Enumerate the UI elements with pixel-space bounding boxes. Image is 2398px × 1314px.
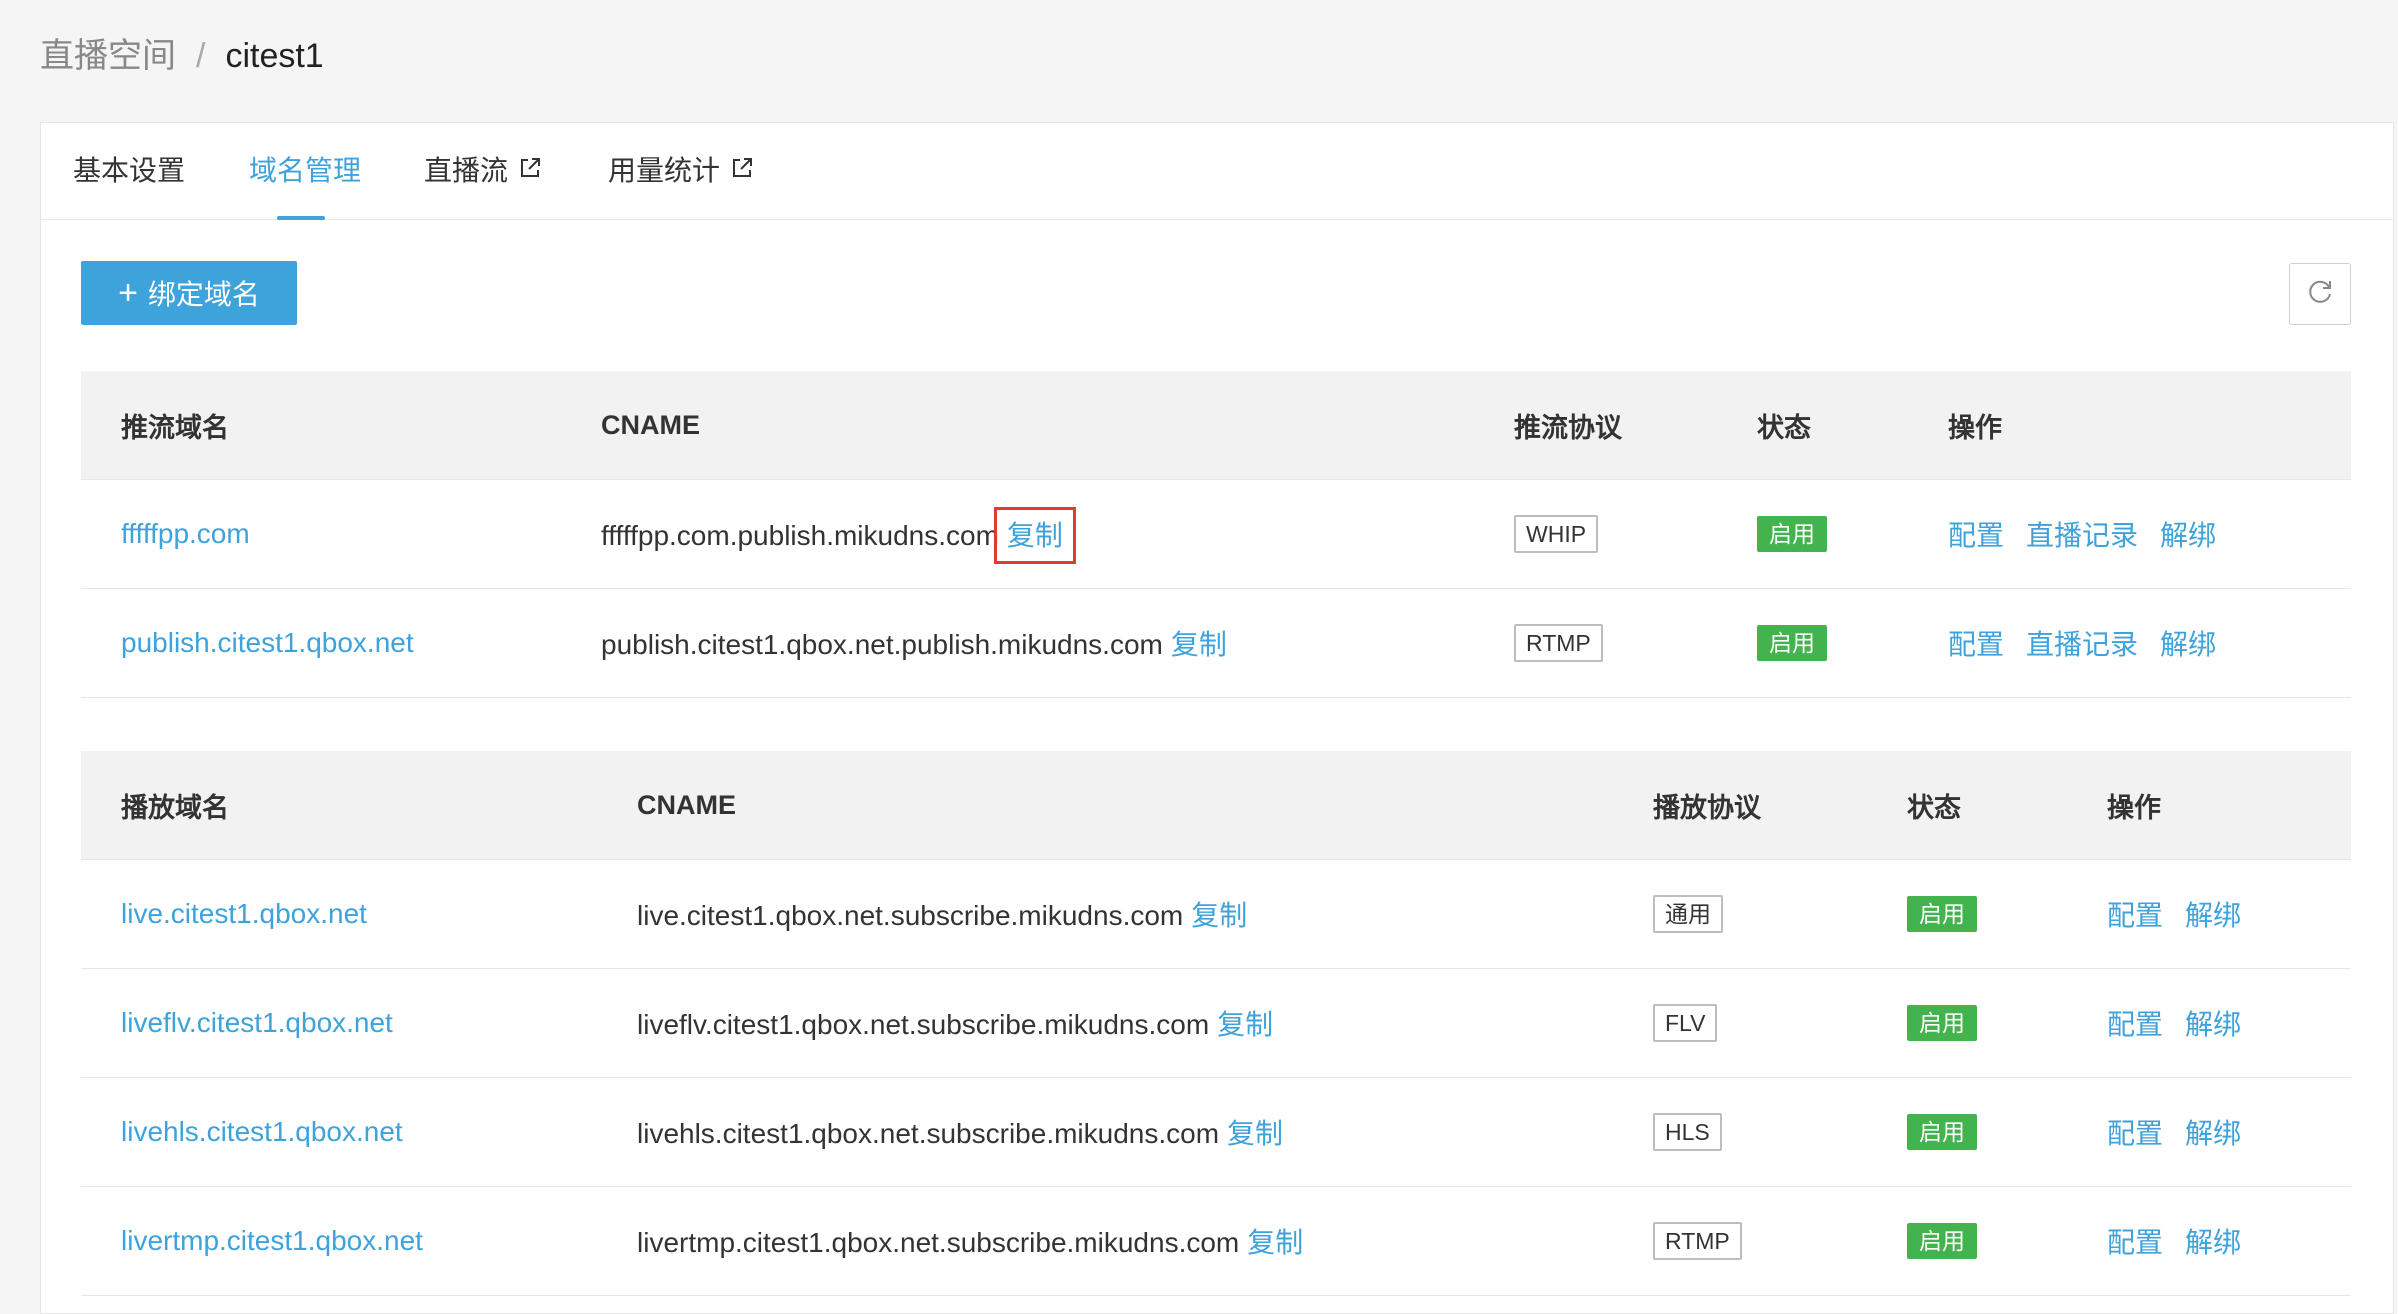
protocol-badge: HLS	[1653, 1113, 1722, 1151]
unbind-link[interactable]: 解绑	[2185, 1227, 2241, 1258]
copy-button[interactable]: 复制	[1217, 1009, 1273, 1040]
tab-live-streams[interactable]: 直播流	[424, 123, 542, 219]
unbind-link[interactable]: 解绑	[2185, 1118, 2241, 1149]
copy-button[interactable]: 复制	[1247, 1227, 1303, 1258]
tab-basic-settings[interactable]: 基本设置	[73, 123, 185, 219]
configure-link[interactable]: 配置	[2107, 1227, 2163, 1258]
breadcrumb-separator: /	[196, 37, 206, 75]
copy-button[interactable]: 复制	[1171, 629, 1227, 660]
column-header: 推流域名	[81, 371, 561, 480]
table-row: publish.citest1.qbox.net publish.citest1…	[81, 588, 2351, 698]
breadcrumb: 直播空间 / citest1	[40, 30, 324, 82]
cname-value: publish.citest1.qbox.net.publish.mikudns…	[601, 629, 1163, 660]
unbind-link[interactable]: 解绑	[2185, 900, 2241, 931]
refresh-button[interactable]	[2289, 263, 2351, 325]
tab-live-streams-label: 直播流	[424, 155, 509, 186]
cname-value: live.citest1.qbox.net.subscribe.mikudns.…	[637, 900, 1184, 931]
cname-value: livehls.citest1.qbox.net.subscribe.mikud…	[637, 1118, 1220, 1149]
external-link-icon	[730, 123, 754, 219]
column-header: 状态	[1867, 751, 2067, 860]
protocol-badge: WHIP	[1514, 515, 1599, 553]
status-badge: 启用	[1907, 896, 1977, 932]
table-row: livertmp.citest1.qbox.net livertmp.cites…	[81, 1186, 2351, 1296]
copy-button[interactable]: 复制	[1191, 900, 1247, 931]
domain-link[interactable]: live.citest1.qbox.net	[121, 898, 367, 929]
protocol-badge: RTMP	[1514, 624, 1603, 662]
unbind-link[interactable]: 解绑	[2160, 520, 2216, 551]
live-records-link[interactable]: 直播记录	[2026, 520, 2138, 551]
tab-domain-management[interactable]: 域名管理	[249, 123, 361, 219]
configure-link[interactable]: 配置	[1948, 520, 2004, 551]
column-header: CNAME	[597, 751, 1613, 860]
protocol-badge: FLV	[1653, 1004, 1718, 1042]
play-domain-table: 播放域名 CNAME 播放协议 状态 操作 live.citest1.qbox.…	[81, 751, 2351, 1296]
copy-button[interactable]: 复制	[1227, 1118, 1283, 1149]
column-header: CNAME	[561, 371, 1474, 480]
cname-value: liveflv.citest1.qbox.net.subscribe.mikud…	[637, 1009, 1210, 1040]
configure-link[interactable]: 配置	[2107, 900, 2163, 931]
bind-domain-label: 绑定域名	[147, 279, 260, 310]
column-header: 操作	[1908, 371, 2351, 480]
unbind-link[interactable]: 解绑	[2185, 1009, 2241, 1040]
tab-domain-management-label: 域名管理	[249, 155, 362, 186]
cname-value: livertmp.citest1.qbox.net.subscribe.miku…	[637, 1227, 1240, 1258]
live-records-link[interactable]: 直播记录	[2026, 629, 2138, 660]
plus-icon: +	[118, 274, 138, 312]
column-header: 播放协议	[1613, 751, 1867, 860]
table-row: live.citest1.qbox.net live.citest1.qbox.…	[81, 859, 2351, 969]
status-badge: 启用	[1757, 516, 1827, 552]
bind-domain-button[interactable]: + 绑定域名	[81, 261, 297, 325]
configure-link[interactable]: 配置	[2107, 1009, 2163, 1040]
breadcrumb-current: citest1	[225, 37, 324, 75]
tab-basic-settings-label: 基本设置	[73, 155, 186, 186]
tab-usage-stats-label: 用量统计	[608, 155, 721, 186]
copy-button[interactable]: 复制	[993, 507, 1076, 564]
column-header: 状态	[1717, 371, 1908, 480]
tab-usage-stats[interactable]: 用量统计	[608, 123, 754, 219]
push-domain-table: 推流域名 CNAME 推流协议 状态 操作 fffffpp.com fffffp…	[81, 371, 2351, 698]
breadcrumb-parent[interactable]: 直播空间	[40, 37, 176, 75]
table-header-row: 推流域名 CNAME 推流协议 状态 操作	[81, 371, 2351, 480]
table-header-row: 播放域名 CNAME 播放协议 状态 操作	[81, 751, 2351, 860]
domain-link[interactable]: livehls.citest1.qbox.net	[121, 1116, 403, 1147]
domain-link[interactable]: livertmp.citest1.qbox.net	[121, 1225, 423, 1256]
column-header: 推流协议	[1474, 371, 1717, 480]
status-badge: 启用	[1757, 625, 1827, 661]
external-link-icon	[518, 123, 542, 219]
table-row: liveflv.citest1.qbox.net liveflv.citest1…	[81, 968, 2351, 1078]
status-badge: 启用	[1907, 1005, 1977, 1041]
domain-link[interactable]: publish.citest1.qbox.net	[121, 627, 414, 658]
domain-link[interactable]: liveflv.citest1.qbox.net	[121, 1007, 393, 1038]
cname-value: fffffpp.com.publish.mikudns.com	[601, 520, 999, 551]
protocol-badge: RTMP	[1653, 1222, 1742, 1260]
configure-link[interactable]: 配置	[2107, 1118, 2163, 1149]
tab-bar: 基本设置 域名管理 直播流 用量统计	[41, 123, 2393, 220]
column-header: 操作	[2067, 751, 2351, 860]
protocol-badge: 通用	[1653, 895, 1723, 933]
content-card: 基本设置 域名管理 直播流 用量统计 + 绑定域名 推流域名 CNAME 推流协议…	[40, 122, 2394, 1314]
table-row: livehls.citest1.qbox.net livehls.citest1…	[81, 1077, 2351, 1187]
active-tab-indicator	[277, 216, 325, 220]
refresh-icon	[2305, 277, 2335, 312]
configure-link[interactable]: 配置	[1948, 629, 2004, 660]
unbind-link[interactable]: 解绑	[2160, 629, 2216, 660]
status-badge: 启用	[1907, 1114, 1977, 1150]
column-header: 播放域名	[81, 751, 597, 860]
status-badge: 启用	[1907, 1223, 1977, 1259]
domain-link[interactable]: fffffpp.com	[121, 518, 250, 549]
table-row: fffffpp.com fffffpp.com.publish.mikudns.…	[81, 479, 2351, 589]
